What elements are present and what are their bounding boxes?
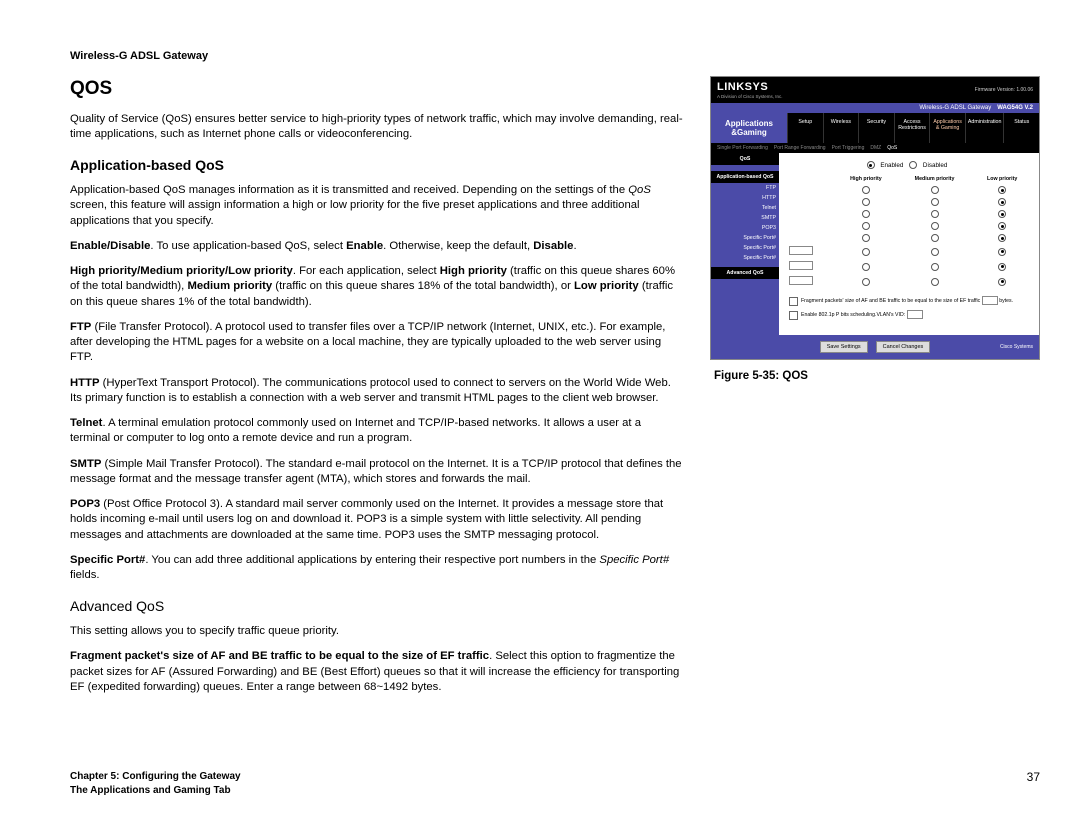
col-high: High priority	[836, 175, 896, 183]
linksys-logo: LINKSYS	[717, 81, 768, 93]
fragment-checkbox[interactable]	[789, 297, 798, 306]
fragment-size-input[interactable]	[982, 296, 998, 305]
fragment-para: Fragment packet's size of AF and BE traf…	[70, 649, 684, 695]
sp1-low[interactable]	[998, 248, 1006, 256]
side-http: HTTP	[711, 193, 779, 203]
enabled-radio[interactable]	[867, 161, 875, 169]
tab-access[interactable]: Access Restrictions	[894, 113, 930, 143]
subnav-spf[interactable]: Single Port Forwarding	[717, 145, 768, 151]
footer-section: The Applications and Gaming Tab	[70, 784, 241, 798]
smtp-high[interactable]	[862, 222, 870, 230]
vlan-label: Enable 802.1p P bits scheduling.VLAN's V…	[801, 310, 923, 319]
sp3-input[interactable]	[789, 276, 813, 285]
sp2-high[interactable]	[862, 263, 870, 271]
main-text-column: QOS Quality of Service (QoS) ensures bet…	[70, 76, 684, 705]
subnav-dmz[interactable]: DMZ	[870, 145, 881, 151]
ftp-low[interactable]	[998, 186, 1006, 194]
save-button[interactable]: Save Settings	[820, 341, 868, 353]
sp2-low[interactable]	[998, 263, 1006, 271]
sp3-low[interactable]	[998, 278, 1006, 286]
enable-row: Enabled Disabled	[785, 161, 1033, 169]
sp2-input[interactable]	[789, 261, 813, 270]
http-high[interactable]	[862, 198, 870, 206]
pop3-high[interactable]	[862, 234, 870, 242]
subnav-trig[interactable]: Port Triggering	[832, 145, 865, 151]
priority-table: High priority Medium priority Low priori…	[785, 173, 1033, 290]
side-smtp: SMTP	[711, 213, 779, 223]
sp1-input[interactable]	[789, 246, 813, 255]
side-qos: QoS	[711, 153, 779, 165]
appqos-para1: Application-based QoS manages informatio…	[70, 183, 684, 229]
page-title: QOS	[70, 76, 684, 102]
tab-security[interactable]: Security	[858, 113, 894, 143]
ftp-high[interactable]	[862, 186, 870, 194]
tab-admin[interactable]: Administration	[965, 113, 1004, 143]
section-label: Applications &Gaming	[711, 113, 787, 143]
ftp-med[interactable]	[931, 186, 939, 194]
cancel-button[interactable]: Cancel Changes	[876, 341, 931, 353]
telnet-med[interactable]	[931, 210, 939, 218]
http-low[interactable]	[998, 198, 1006, 206]
tab-apps-gaming[interactable]: Applications & Gaming	[929, 113, 965, 143]
footer-chapter: Chapter 5: Configuring the Gateway	[70, 770, 241, 784]
linksys-tagline: A Division of Cisco Systems, Inc.	[717, 94, 783, 99]
tab-wireless[interactable]: Wireless	[823, 113, 859, 143]
figure-caption: Figure 5-35: QOS	[710, 370, 1040, 382]
disabled-radio[interactable]	[909, 161, 917, 169]
http-med[interactable]	[931, 198, 939, 206]
side-advqos: Advanced QoS	[711, 267, 779, 279]
router-screenshot: LINKSYS A Division of Cisco Systems, Inc…	[710, 76, 1040, 360]
figure-column: LINKSYS A Division of Cisco Systems, Inc…	[710, 76, 1040, 705]
tab-setup[interactable]: Setup	[787, 113, 823, 143]
cisco-logo: Cisco Systems	[1000, 344, 1033, 350]
col-med: Medium priority	[898, 175, 972, 183]
telnet-low[interactable]	[998, 210, 1006, 218]
vlan-vid-input[interactable]	[907, 310, 923, 319]
subnav-qos[interactable]: QoS	[887, 145, 897, 151]
telnet-para: Telnet. A terminal emulation protocol co…	[70, 416, 684, 447]
firmware-label: Firmware Version: 1.00.06	[975, 87, 1033, 93]
appqos-heading: Application-based QoS	[70, 156, 684, 175]
router-product: Wireless-G ADSL Gateway	[919, 105, 991, 111]
smtp-low[interactable]	[998, 222, 1006, 230]
smtp-med[interactable]	[931, 222, 939, 230]
side-sp2: Specific Port#	[711, 243, 779, 253]
side-pop3: POP3	[711, 223, 779, 233]
side-sp1: Specific Port#	[711, 233, 779, 243]
intro-para: Quality of Service (QoS) ensures better …	[70, 112, 684, 143]
http-para: HTTP (HyperText Transport Protocol). The…	[70, 376, 684, 407]
sp2-med[interactable]	[931, 263, 939, 271]
pop3-med[interactable]	[931, 234, 939, 242]
priority-para: High priority/Medium priority/Low priori…	[70, 264, 684, 310]
advqos-heading: Advanced QoS	[70, 597, 684, 616]
disabled-label: Disabled	[923, 162, 948, 169]
footer-left: Chapter 5: Configuring the Gateway The A…	[70, 770, 241, 798]
col-low: Low priority	[973, 175, 1031, 183]
sp3-high[interactable]	[862, 278, 870, 286]
pop3-low[interactable]	[998, 234, 1006, 242]
advqos-para1: This setting allows you to specify traff…	[70, 624, 684, 639]
tab-status[interactable]: Status	[1003, 113, 1039, 143]
side-appqos: Application-based QoS	[711, 171, 779, 183]
subnav-prf[interactable]: Port Range Forwarding	[774, 145, 826, 151]
side-sp3: Specific Port#	[711, 253, 779, 263]
specific-port-para: Specific Port#. You can add three additi…	[70, 553, 684, 584]
side-ftp: FTP	[711, 183, 779, 193]
sp1-high[interactable]	[862, 248, 870, 256]
subnav: Single Port Forwarding Port Range Forwar…	[711, 143, 1039, 153]
enabled-label: Enabled	[880, 162, 903, 169]
page-number: 37	[1027, 770, 1040, 798]
smtp-para: SMTP (Simple Mail Transfer Protocol). Th…	[70, 457, 684, 488]
product-header: Wireless-G ADSL Gateway	[70, 50, 1040, 62]
ftp-para: FTP (File Transfer Protocol). A protocol…	[70, 320, 684, 366]
router-model: WAG54G V.2	[997, 105, 1033, 111]
fragment-label: Fragment packets' size of AF and BE traf…	[801, 296, 1013, 305]
telnet-high[interactable]	[862, 210, 870, 218]
sp3-med[interactable]	[931, 278, 939, 286]
vlan-checkbox[interactable]	[789, 311, 798, 320]
side-telnet: Telnet	[711, 203, 779, 213]
enable-para: Enable/Disable. To use application-based…	[70, 239, 684, 254]
pop3-para: POP3 (Post Office Protocol 3). A standar…	[70, 497, 684, 543]
sp1-med[interactable]	[931, 248, 939, 256]
